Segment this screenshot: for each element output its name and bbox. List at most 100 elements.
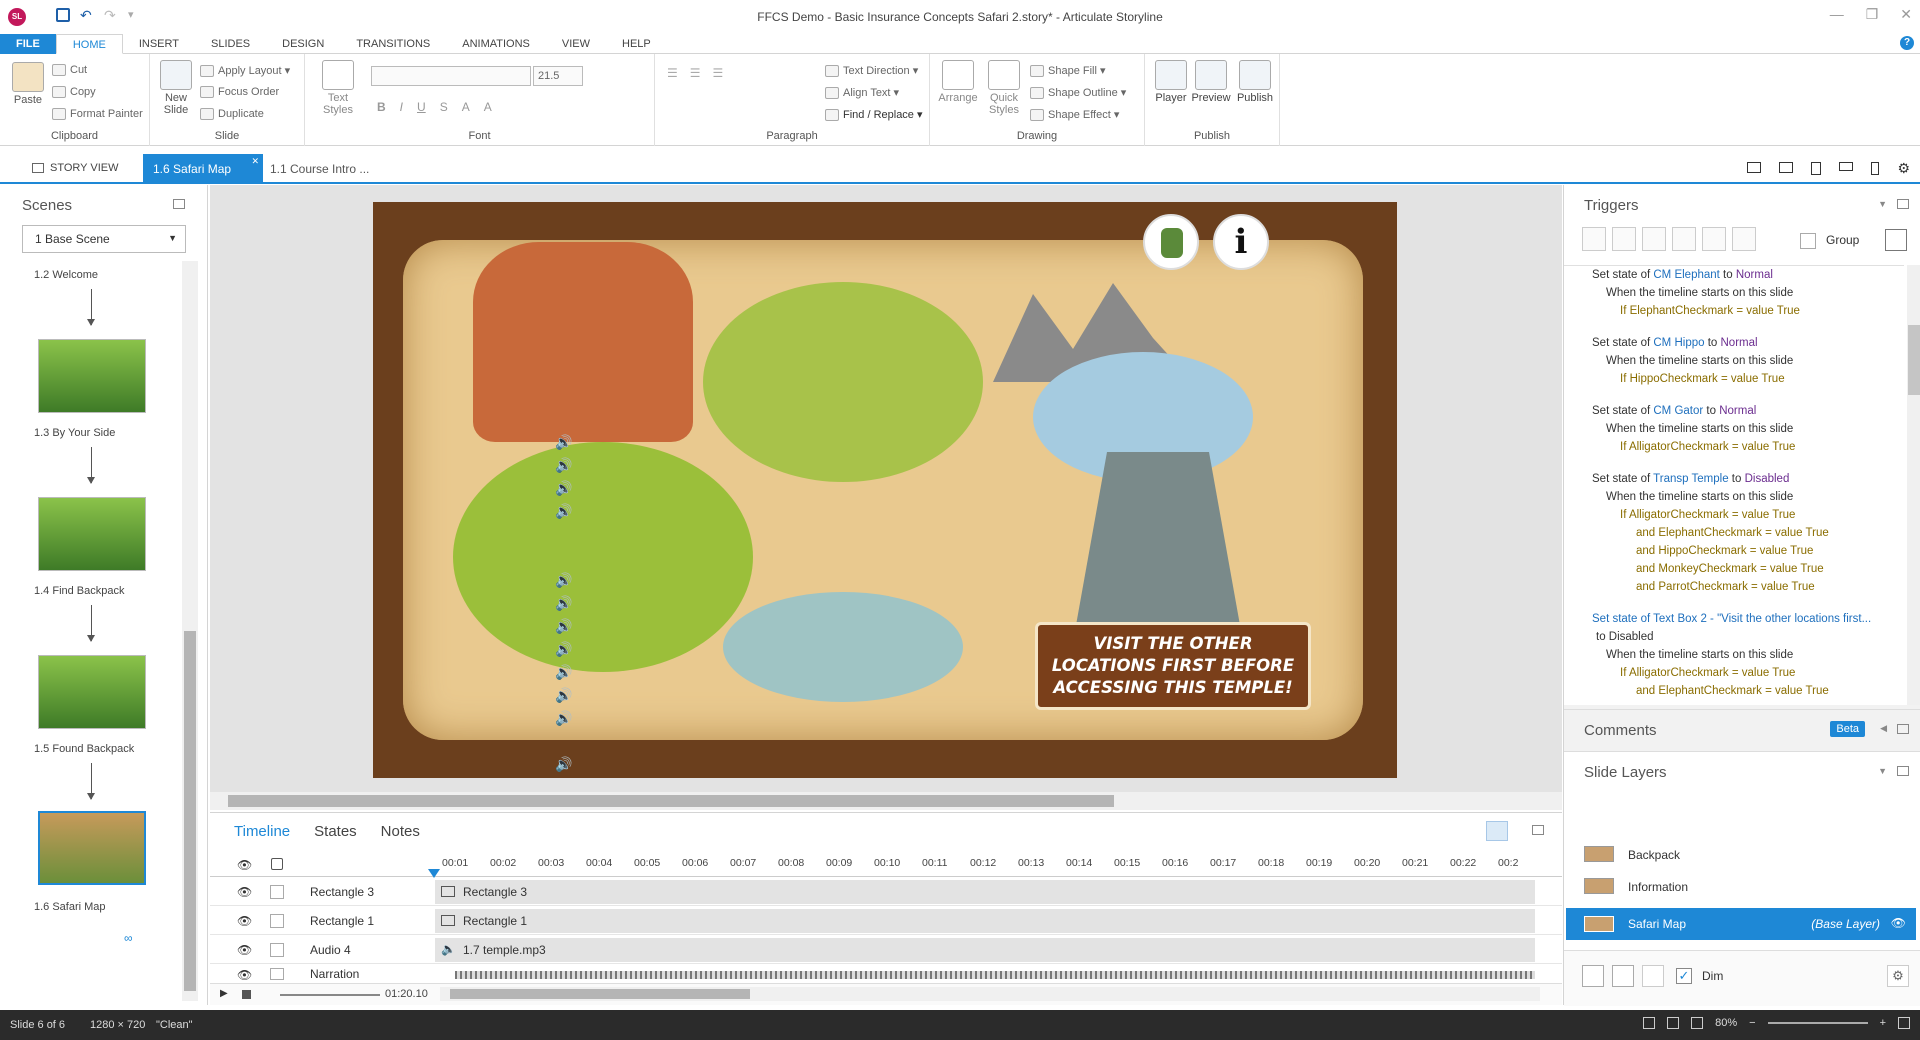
object-name[interactable]: Narration: [310, 967, 359, 981]
tab-insert[interactable]: INSERT: [123, 34, 195, 54]
panel-pin-icon[interactable]: [1897, 199, 1909, 209]
strikethrough-icon[interactable]: S: [440, 100, 448, 114]
trigger-item[interactable]: Set state of CM Hippo to Normal When the…: [1592, 334, 1793, 388]
eye-icon[interactable]: 👁: [237, 943, 252, 957]
object-name[interactable]: Rectangle 3: [310, 885, 374, 899]
edit-trigger-icon[interactable]: [1612, 227, 1636, 251]
fit-to-window-icon[interactable]: [1898, 1017, 1910, 1029]
playhead-marker[interactable]: [428, 869, 440, 878]
restore-icon[interactable]: ❐: [1866, 6, 1879, 23]
tab-safari-map[interactable]: 1.6 Safari Map ✕: [143, 154, 263, 184]
desktop-icon[interactable]: [1747, 162, 1762, 173]
canvas-h-scrollbar[interactable]: [210, 792, 1562, 810]
tab-view[interactable]: VIEW: [546, 34, 606, 54]
panel-pin-icon[interactable]: [1897, 766, 1909, 776]
zoom-in-icon[interactable]: +: [1880, 1017, 1886, 1029]
tab-design[interactable]: DESIGN: [266, 34, 340, 54]
scenes-scrollbar[interactable]: [182, 261, 198, 1001]
speaker-icon[interactable]: 🔊: [555, 619, 573, 633]
layer-item[interactable]: Information: [1564, 872, 1920, 900]
speaker-icon[interactable]: 🔊: [555, 711, 573, 725]
slide-thumbnail[interactable]: [38, 339, 146, 413]
group-checkbox[interactable]: [1800, 233, 1816, 249]
preview-button[interactable]: Preview: [1191, 60, 1231, 104]
timeline-row[interactable]: 👁 Rectangle 1 Rectangle 1: [210, 907, 1562, 935]
trigger-object[interactable]: Transp Temple: [1653, 473, 1728, 485]
expand-icon[interactable]: ◀: [1880, 723, 1887, 734]
shape-outline-button[interactable]: Shape Outline ▾: [1030, 86, 1126, 100]
help-icon[interactable]: ?: [1900, 36, 1914, 50]
normal-view-icon[interactable]: [1643, 1017, 1656, 1029]
lock-icon[interactable]: [271, 858, 283, 870]
copy-button[interactable]: Copy: [52, 86, 96, 99]
speaker-icon[interactable]: 🔊: [555, 481, 573, 495]
align-text-button[interactable]: Align Text ▾: [825, 86, 899, 100]
slide-stage[interactable]: i VISIT THE OTHER LOCATIONS FIRST BEFORE…: [373, 202, 1397, 778]
timeline-h-scrollbar[interactable]: [440, 987, 1540, 1001]
close-tab-icon[interactable]: ✕: [251, 156, 259, 167]
play-icon[interactable]: ▶: [220, 988, 228, 999]
apply-layout-button[interactable]: Apply Layout ▾: [200, 64, 290, 78]
scrollbar-thumb[interactable]: [1908, 325, 1920, 395]
trigger-item[interactable]: Set state of Text Box 2 - "Visit the oth…: [1592, 610, 1871, 700]
timeline-row[interactable]: 👁 Audio 4 🔈 1.7 temple.mp3: [210, 936, 1562, 964]
tab-help[interactable]: HELP: [606, 34, 667, 54]
font-family-select[interactable]: [371, 66, 531, 86]
collapse-icon[interactable]: ▼: [1878, 199, 1887, 209]
collapse-icon[interactable]: ▼: [1878, 766, 1887, 776]
timeline-row[interactable]: 👁 Narration: [210, 965, 1562, 982]
lock-checkbox[interactable]: [270, 885, 284, 899]
tab-home[interactable]: HOME: [55, 33, 123, 54]
backpack-button[interactable]: [1143, 214, 1199, 270]
scene-slide-label[interactable]: 1.2 Welcome: [34, 269, 98, 281]
eye-icon[interactable]: 👁: [237, 858, 252, 872]
scene-slide-label[interactable]: 1.5 Found Backpack: [34, 743, 134, 755]
eye-icon[interactable]: 👁: [237, 968, 252, 982]
narration-waveform[interactable]: [455, 971, 1535, 979]
trigger-item[interactable]: Set state of CM Elephant to Normal When …: [1592, 266, 1800, 320]
lock-checkbox[interactable]: [270, 914, 284, 928]
phone-landscape-icon[interactable]: [1839, 162, 1854, 171]
copy-trigger-icon[interactable]: [1642, 227, 1666, 251]
panel-pin-icon[interactable]: [173, 199, 185, 209]
paste-trigger-icon[interactable]: [1672, 227, 1696, 251]
tablet-portrait-icon[interactable]: [1811, 162, 1822, 175]
scene-slide-label[interactable]: 1.3 By Your Side: [34, 427, 115, 439]
object-name[interactable]: Rectangle 1: [310, 914, 374, 928]
eye-icon[interactable]: 👁: [237, 885, 252, 899]
layer-settings-icon[interactable]: ⚙: [1887, 965, 1909, 987]
tab-slides[interactable]: SLIDES: [195, 34, 266, 54]
delete-layer-icon[interactable]: [1642, 965, 1664, 987]
phone-portrait-icon[interactable]: [1871, 162, 1880, 175]
arrange-button[interactable]: Arrange: [938, 60, 978, 104]
tab-notes[interactable]: Notes: [381, 823, 420, 840]
zoom-out-icon[interactable]: −: [1749, 1017, 1755, 1029]
story-view-tab[interactable]: STORY VIEW: [32, 162, 118, 174]
tab-timeline[interactable]: Timeline: [234, 823, 290, 840]
settings-gear-icon[interactable]: ⚙: [1897, 161, 1910, 175]
dim-checkbox[interactable]: ✓: [1676, 968, 1692, 984]
tab-course-intro[interactable]: 1.1 Course Intro ...: [270, 162, 369, 176]
tab-file[interactable]: FILE: [0, 33, 56, 54]
underline-icon[interactable]: U: [417, 100, 426, 114]
focus-order-button[interactable]: Focus Order: [200, 86, 279, 99]
trigger-state[interactable]: Normal: [1721, 337, 1758, 349]
close-icon[interactable]: ✕: [1900, 6, 1912, 23]
speaker-icon[interactable]: 🔊: [555, 573, 573, 587]
font-color-icon[interactable]: A: [462, 100, 470, 114]
trigger-state[interactable]: Normal: [1736, 269, 1773, 281]
timeline-bar[interactable]: Rectangle 1: [435, 909, 1535, 933]
scrollbar-thumb[interactable]: [450, 989, 750, 999]
grid-icon[interactable]: [1691, 1017, 1704, 1029]
speaker-icon[interactable]: 🔊: [555, 458, 573, 472]
scrollbar-thumb[interactable]: [184, 631, 196, 991]
timeline-row[interactable]: 👁 Rectangle 3 Rectangle 3: [210, 878, 1562, 906]
trigger-state[interactable]: Normal: [1719, 405, 1756, 417]
eye-icon[interactable]: 👁: [237, 914, 252, 928]
scene-slide-label[interactable]: 1.4 Find Backpack: [34, 585, 125, 597]
delete-trigger-icon[interactable]: [1702, 227, 1726, 251]
format-painter-button[interactable]: Format Painter: [52, 108, 143, 121]
new-layer-icon[interactable]: [1582, 965, 1604, 987]
player-button[interactable]: Player: [1153, 60, 1189, 104]
speaker-icon[interactable]: 🔊: [555, 435, 573, 449]
